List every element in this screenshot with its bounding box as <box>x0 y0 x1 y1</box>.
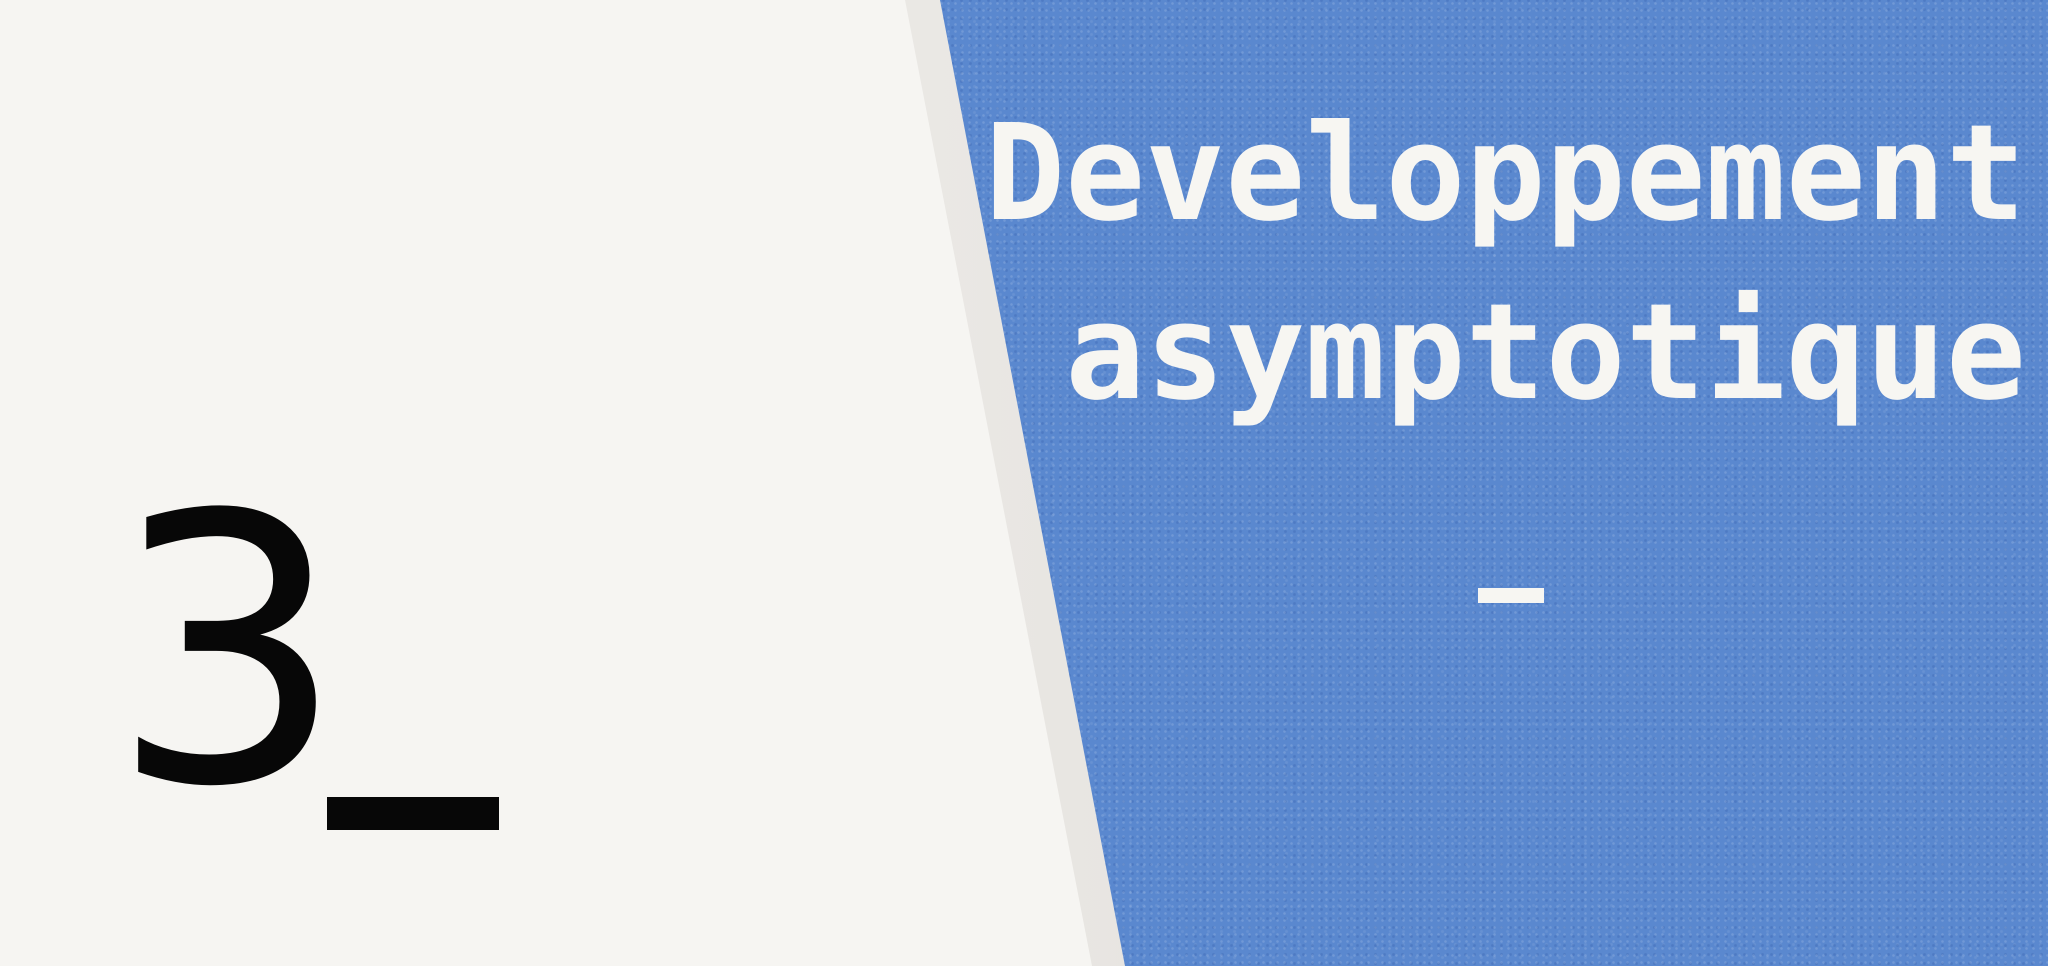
chapter-underscore <box>327 797 499 830</box>
title-line-1: Developpement <box>985 97 2026 251</box>
title-separator <box>1478 588 1544 603</box>
chapter-number: 3 <box>110 438 346 868</box>
title-line-2: asymptotique <box>1065 276 2026 430</box>
